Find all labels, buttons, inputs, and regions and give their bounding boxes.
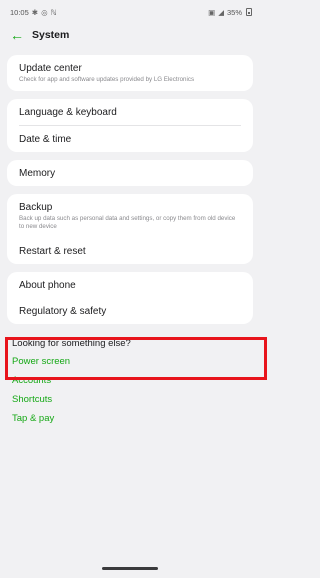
item-title: Memory	[19, 168, 56, 180]
settings-item-restart-reset[interactable]: Restart & reset	[19, 238, 241, 264]
item-subtitle: Check for app and software updates provi…	[19, 76, 195, 83]
item-title: Restart & reset	[19, 246, 86, 258]
battery-icon	[246, 8, 252, 16]
card-update: Update center Check for app and software…	[7, 55, 253, 92]
looking-section: Looking for something else? Power screen…	[0, 338, 260, 424]
status-time: 10:05	[10, 7, 29, 17]
settings-item-update-center[interactable]: Update center Check for app and software…	[19, 55, 241, 91]
back-arrow-icon[interactable]: ←	[10, 28, 24, 42]
settings-item-regulatory-safety[interactable]: Regulatory & safety	[19, 298, 241, 324]
status-right: ▣ ◢ 35%	[208, 8, 252, 17]
gear-icon: ✱	[31, 7, 39, 17]
app-header: ← System	[0, 24, 260, 46]
battery-percent: 35%	[226, 7, 242, 17]
status-bar: 10:05 ✱ ◎ ℕ ▣ ◢ 35%	[0, 0, 260, 24]
home-indicator[interactable]	[102, 567, 158, 570]
link-accounts[interactable]: Accounts	[12, 375, 248, 386]
settings-item-memory[interactable]: Memory	[19, 160, 241, 186]
signal-icon: ◢	[218, 7, 224, 17]
settings-item-backup[interactable]: Backup Back up data such as personal dat…	[19, 194, 241, 238]
settings-item-about-phone[interactable]: About phone	[19, 272, 241, 298]
location-icon: ◎	[41, 7, 48, 17]
item-title: Language & keyboard	[19, 107, 117, 119]
looking-title: Looking for something else?	[12, 338, 131, 350]
item-subtitle: Back up data such as personal data and s…	[19, 215, 236, 231]
status-left: 10:05 ✱ ◎ ℕ	[10, 8, 57, 17]
settings-item-date-time[interactable]: Date & time	[19, 126, 241, 152]
settings-item-language-keyboard[interactable]: Language & keyboard	[19, 99, 241, 125]
item-title: Backup	[19, 202, 53, 214]
item-title: Regulatory & safety	[19, 306, 107, 318]
link-tap-pay[interactable]: Tap & pay	[12, 413, 248, 424]
page-title: System	[32, 29, 70, 41]
link-shortcuts[interactable]: Shortcuts	[12, 394, 248, 405]
card-about: About phone Regulatory & safety	[7, 272, 253, 325]
link-power-screen[interactable]: Power screen	[12, 356, 248, 367]
item-title: Date & time	[19, 134, 72, 146]
item-title: Update center	[19, 63, 82, 74]
card-language: Language & keyboard Date & time	[7, 99, 253, 153]
item-title: About phone	[19, 280, 76, 292]
nfc-icon: ℕ	[50, 7, 57, 17]
sim-icon: ▣	[208, 7, 216, 17]
card-backup: Backup Back up data such as personal dat…	[7, 194, 253, 265]
card-memory: Memory	[7, 160, 253, 187]
